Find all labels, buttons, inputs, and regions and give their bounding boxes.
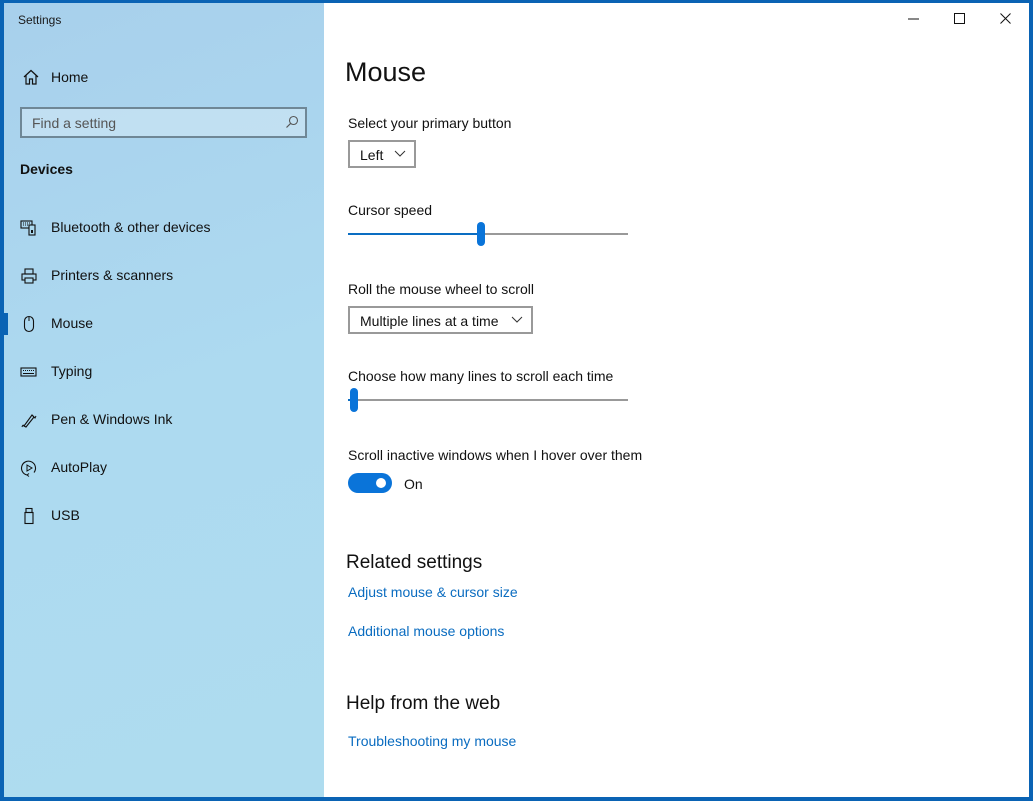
scroll-inactive-toggle[interactable] (348, 473, 392, 493)
sidebar-item-label: Pen & Windows Ink (51, 411, 173, 427)
adjust-cursor-size-link[interactable]: Adjust mouse & cursor size (348, 584, 518, 600)
printer-icon (21, 268, 37, 284)
sidebar-item-bluetooth[interactable]: Bluetooth & other devices (4, 208, 324, 248)
main-content: Mouse Select your primary button Left Cu… (324, 3, 1029, 797)
search-input[interactable] (22, 109, 282, 136)
cursor-speed-slider[interactable] (348, 222, 628, 246)
toggle-state-text: On (404, 476, 423, 492)
additional-mouse-options-link[interactable]: Additional mouse options (348, 623, 504, 639)
selected-indicator (4, 313, 8, 335)
sidebar-item-label: Bluetooth & other devices (51, 219, 211, 235)
usb-icon (24, 507, 34, 525)
home-icon (23, 69, 39, 85)
sidebar-item-label: AutoPlay (51, 459, 108, 475)
app-title: Settings (18, 13, 62, 27)
autoplay-icon (21, 460, 37, 477)
wheel-scroll-dropdown[interactable]: Multiple lines at a time (348, 306, 533, 334)
search-box[interactable] (20, 107, 307, 138)
scroll-inactive-label: Scroll inactive windows when I hover ove… (348, 447, 643, 463)
lines-to-scroll-slider[interactable] (348, 388, 628, 412)
sidebar-item-pen[interactable]: Pen & Windows Ink (4, 400, 324, 440)
chevron-down-icon (394, 150, 406, 157)
primary-button-label: Select your primary button (348, 115, 512, 131)
troubleshooting-link[interactable]: Troubleshooting my mouse (348, 733, 516, 749)
cursor-speed-label: Cursor speed (348, 202, 433, 218)
sidebar-item-autoplay[interactable]: AutoPlay (4, 448, 324, 488)
search-icon[interactable] (285, 115, 299, 129)
slider-fill (348, 233, 481, 235)
sidebar-item-label: Mouse (51, 315, 94, 331)
help-heading: Help from the web (346, 693, 501, 714)
sidebar-item-label: Printers & scanners (51, 267, 174, 283)
mouse-icon (23, 315, 35, 333)
sidebar-item-label: Typing (51, 363, 93, 379)
keyboard-icon (20, 367, 37, 377)
sidebar-home[interactable]: Home (4, 61, 324, 93)
settings-window: Settings Home Devices Bluetooth & other … (4, 3, 1029, 797)
slider-track (348, 399, 628, 401)
sidebar-item-label: USB (51, 507, 80, 523)
lines-to-scroll-label: Choose how many lines to scroll each tim… (348, 368, 614, 384)
related-settings-heading: Related settings (346, 552, 483, 573)
chevron-down-icon (511, 316, 523, 323)
sidebar-item-printers[interactable]: Printers & scanners (4, 256, 324, 296)
primary-button-dropdown[interactable]: Left (348, 140, 416, 168)
sidebar-item-usb[interactable]: USB (4, 496, 324, 536)
toggle-knob (376, 478, 386, 488)
section-title: Devices (20, 161, 73, 177)
home-label: Home (51, 69, 89, 85)
sidebar-item-typing[interactable]: Typing (4, 352, 324, 392)
sidebar-item-mouse[interactable]: Mouse (4, 304, 324, 344)
page-title: Mouse (345, 57, 427, 87)
slider-thumb[interactable] (476, 222, 485, 246)
slider-thumb[interactable] (349, 388, 358, 412)
pen-icon (21, 414, 37, 428)
bluetooth-devices-icon (20, 220, 36, 236)
dropdown-value: Left (360, 147, 384, 163)
wheel-scroll-label: Roll the mouse wheel to scroll (348, 281, 534, 297)
sidebar: Settings Home Devices Bluetooth & other … (4, 3, 324, 797)
dropdown-value: Multiple lines at a time (360, 313, 499, 329)
